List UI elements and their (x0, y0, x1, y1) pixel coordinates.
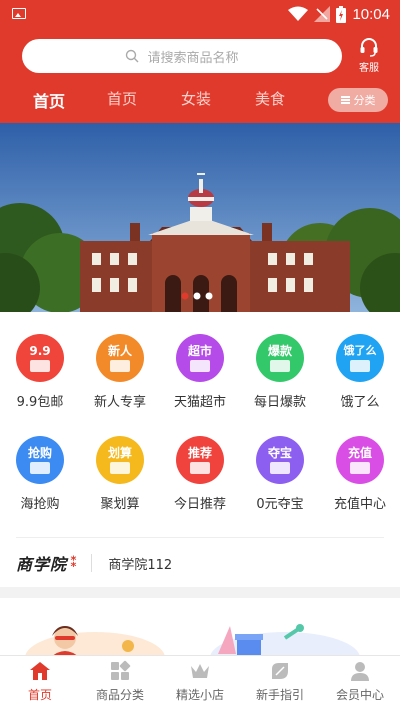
grid-item-label: 海抢购 (20, 497, 60, 512)
grid-item-overseas-flash[interactable]: 抢购 海抢购 (0, 436, 80, 512)
header: 请搜索商品名称 客服 首页 首页 女装 美食 分类 (0, 28, 400, 123)
grid-item-daily-hot[interactable]: 爆款 每日爆款 (240, 334, 320, 410)
nav-selected-shops[interactable]: 精选小店 (160, 660, 240, 703)
grid-item-zero-treasure[interactable]: 夺宝 0元夺宝 (240, 436, 320, 512)
bottom-nav: 首页 商品分类 精选小店 新手指引 会员中心 (0, 655, 400, 711)
business-school-bar[interactable]: 商学院 ⁑ 商学院112 (16, 550, 172, 576)
business-school-mark-icon: ⁑ (70, 555, 78, 571)
guide-leaf-icon (272, 663, 288, 679)
nav-beginner-guide[interactable]: 新手指引 (240, 660, 320, 703)
tab-food[interactable]: 美食 (255, 88, 285, 109)
grid-item-label: 饿了么 (340, 395, 380, 410)
basket-icon: 超市 (176, 334, 224, 382)
image-notification-icon (12, 8, 26, 19)
nav-categories-label: 商品分类 (95, 688, 144, 702)
promo-banner[interactable] (0, 598, 400, 658)
grid-item-label: 9.9包邮 (16, 395, 64, 410)
banner-image (0, 123, 400, 312)
signal-icon (314, 6, 331, 22)
tab-bar: 首页 首页 女装 美食 分类 (0, 84, 400, 118)
nav-home-label: 首页 (27, 688, 52, 702)
separator (91, 554, 93, 572)
grid-item-label: 今日推荐 (173, 497, 226, 512)
search-icon (126, 49, 139, 63)
user-icon (351, 662, 369, 681)
home-icon (30, 662, 50, 680)
promo-image (0, 598, 400, 658)
category-grid-icon (111, 660, 131, 680)
yuan-bag-icon: 划算 (96, 436, 144, 484)
customer-service-button[interactable]: 客服 (352, 36, 386, 78)
tab-womens-clothing[interactable]: 女装 (181, 88, 211, 109)
crown-icon: 夺宝 (256, 436, 304, 484)
flame-icon: 爆款 (256, 334, 304, 382)
grid-item-nine-nine[interactable]: 9.9 9.9包邮 (0, 334, 80, 410)
nav-beginner-guide-label: 新手指引 (255, 688, 304, 702)
business-school-logo: 商学院 (16, 555, 68, 574)
category-button[interactable]: 分类 (328, 88, 388, 112)
category-button-label: 分类 (353, 94, 376, 107)
grid-item-label: 充值中心 (333, 497, 386, 512)
nine-nine-icon: 9.9 (16, 334, 64, 382)
grid-item-label: 新人专享 (93, 395, 146, 410)
search-bar[interactable]: 请搜索商品名称 (22, 39, 342, 73)
nav-member-center[interactable]: 会员中心 (320, 660, 400, 703)
nav-member-center-label: 会员中心 (335, 688, 384, 702)
wifi-icon (288, 6, 309, 21)
tag-icon: 推荐 (176, 436, 224, 484)
divider (16, 537, 384, 538)
business-school-text: 商学院112 (108, 557, 173, 573)
nav-categories[interactable]: 商品分类 (80, 660, 160, 703)
grid-item-label: 0元夺宝 (256, 497, 304, 512)
grid-item-label: 天猫超市 (173, 395, 226, 410)
grid-item-label: 聚划算 (100, 497, 140, 512)
grid-item-label: 每日爆款 (253, 395, 306, 410)
search-placeholder: 请搜索商品名称 (147, 50, 239, 66)
grid-item-eleme[interactable]: 饿了么 饿了么 (320, 334, 400, 410)
headset-icon (360, 38, 378, 57)
grid-item-today-recommend[interactable]: 推荐 今日推荐 (160, 436, 240, 512)
customer-service-label: 客服 (359, 63, 379, 74)
nav-selected-shops-label: 精选小店 (175, 688, 224, 702)
banner-carousel[interactable] (0, 123, 400, 312)
feature-grid: 9.9 9.9包邮 新人 新人专享 超市 天猫超市 爆款 每日爆款 饿了么 饿了… (0, 312, 400, 587)
gift-icon: 新人 (96, 334, 144, 382)
grid-item-new-user[interactable]: 新人 新人专享 (80, 334, 160, 410)
grid-item-recharge-center[interactable]: 充值 充值中心 (320, 436, 400, 512)
tab-home[interactable]: 首页 (107, 88, 137, 109)
nav-home[interactable]: 首页 (0, 660, 80, 703)
status-bar: 10:04 (0, 0, 400, 28)
grid-item-juhuasuan[interactable]: 划算 聚划算 (80, 436, 160, 512)
battery-icon (336, 5, 347, 23)
grid-item-tmall-supermarket[interactable]: 超市 天猫超市 (160, 334, 240, 410)
lightning-icon: 抢购 (16, 436, 64, 484)
status-time: 10:04 (352, 5, 390, 23)
menu-icon (340, 96, 350, 104)
tab-home-active[interactable]: 首页 (33, 88, 65, 112)
crown-icon (191, 664, 209, 678)
eleme-icon: 饿了么 (336, 334, 384, 382)
phone-icon: 充值 (336, 436, 384, 484)
